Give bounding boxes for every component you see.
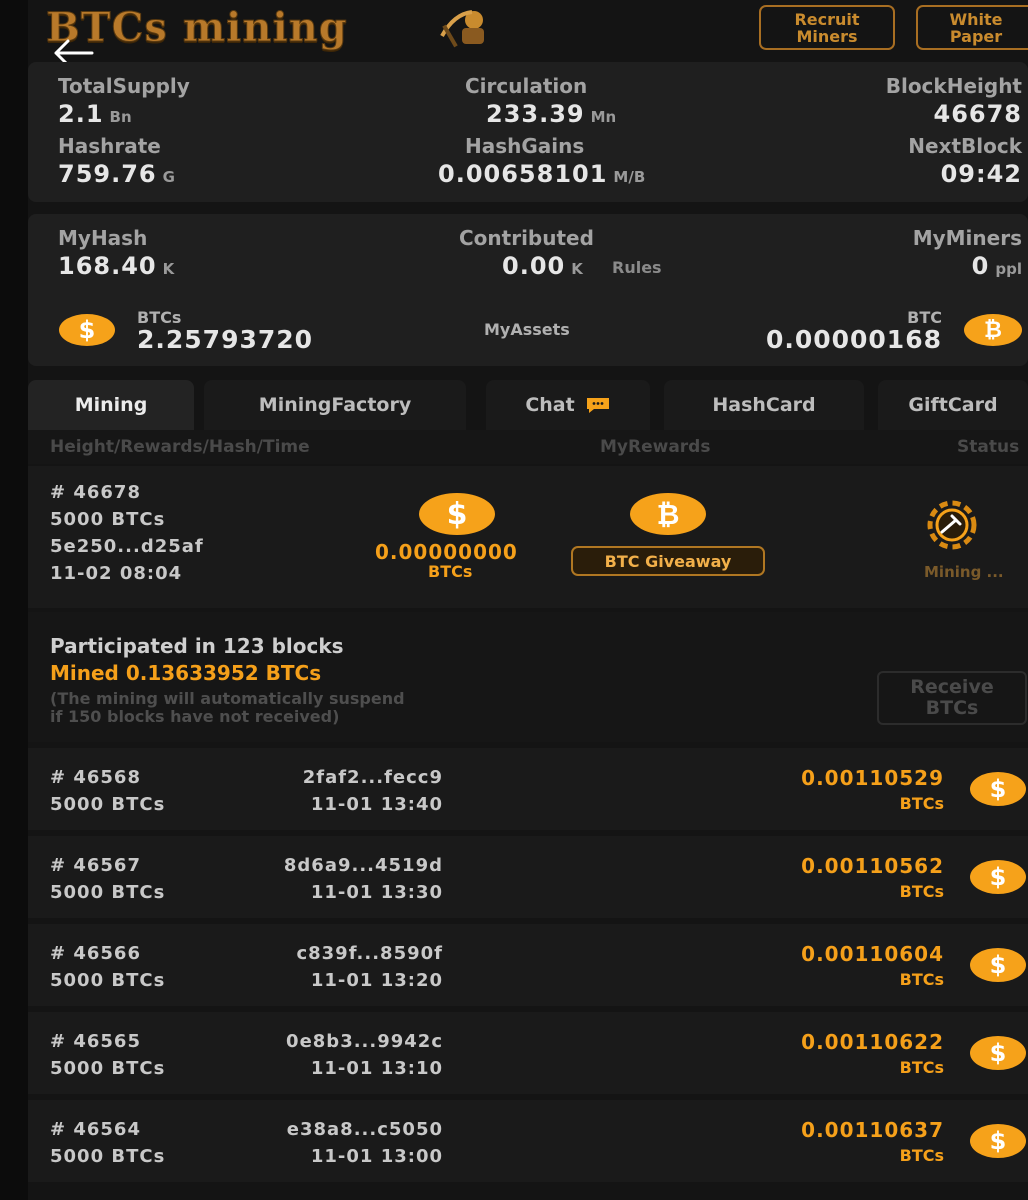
block-time: 11-01 13:00 [310, 1146, 443, 1167]
hash-gains-label: HashGains [465, 134, 585, 158]
current-block-hash: 5e250...d25af [50, 536, 204, 557]
suspend-note-line1: (The mining will automatically suspend [50, 689, 405, 708]
block-height-value: 46678 [933, 100, 1022, 128]
block-reward-amount: 0.00110622 [801, 1030, 944, 1054]
block-reward-unit: BTCs [899, 1146, 944, 1165]
tab-mining[interactable]: Mining [28, 380, 194, 430]
block-reward-amount: 0.00110604 [801, 942, 944, 966]
block-height: # 46567 [50, 855, 141, 876]
btc-balance: 0.00000168 [765, 325, 942, 354]
my-assets-label: MyAssets [484, 320, 570, 339]
block-rewards: 5000 BTCs [50, 882, 166, 903]
block-reward-amount: 0.00110529 [801, 766, 944, 790]
block-height: # 46564 [50, 1119, 141, 1140]
my-miners-label: MyMiners [912, 226, 1022, 250]
rules-link[interactable]: Rules [612, 258, 662, 277]
block-reward-unit: BTCs [899, 1058, 944, 1077]
recruit-miners-button[interactable]: Recruit Miners [759, 5, 895, 50]
my-rewards-value: 0.00000000 [375, 540, 518, 564]
block-rewards: 5000 BTCs [50, 970, 166, 991]
block-reward-unit: BTCs [899, 970, 944, 989]
circulation-label: Circulation [465, 74, 588, 98]
dollar-coin-icon: $ [59, 314, 115, 346]
my-rewards-dollar-icon: $ [419, 493, 495, 535]
column-header-left: Height/Rewards/Hash/Time [50, 437, 310, 457]
block-height: # 46566 [50, 943, 141, 964]
my-hash-label: MyHash [58, 226, 148, 250]
mining-gear-icon [927, 500, 977, 550]
hashrate-label: Hashrate [58, 134, 161, 158]
block-hash: 0e8b3...9942c [286, 1031, 443, 1052]
participated-text: Participated in 123 blocks [50, 634, 344, 658]
block-hash: c839f...8590f [296, 943, 443, 964]
dollar-coin-icon: $ [970, 1124, 1026, 1158]
tab-gift-card[interactable]: GiftCard [878, 380, 1028, 430]
tab-mining-factory[interactable]: MiningFactory [204, 380, 466, 430]
block-height-label: BlockHeight [885, 74, 1022, 98]
hashrate-value: 759.76 G [58, 160, 175, 188]
contributed-value: 0.00 K [502, 252, 583, 280]
next-block-label: NextBlock [908, 134, 1022, 158]
block-height: # 46568 [50, 767, 141, 788]
tab-chat[interactable]: Chat [486, 380, 650, 430]
block-hash: 8d6a9...4519d [283, 855, 443, 876]
column-header-right: Status [957, 437, 1020, 457]
contributed-label: Contributed [459, 226, 594, 250]
dollar-coin-icon: $ [970, 860, 1026, 894]
dollar-coin-icon: $ [970, 772, 1026, 806]
block-height: # 46565 [50, 1031, 141, 1052]
left-edge [0, 0, 28, 1200]
mining-status-text: Mining ... [924, 563, 1004, 581]
block-rewards: 5000 BTCs [50, 794, 166, 815]
block-time: 11-01 13:40 [310, 794, 443, 815]
block-rewards: 5000 BTCs [50, 1146, 166, 1167]
dollar-coin-icon: $ [970, 948, 1026, 982]
column-header-mid: MyRewards [600, 437, 711, 457]
suspend-note-line2: if 150 blocks have not received) [50, 707, 340, 726]
hash-gains-value: 0.00658101 M/B [438, 160, 646, 188]
next-block-value: 09:42 [940, 160, 1022, 188]
block-reward-unit: BTCs [899, 794, 944, 813]
block-reward-amount: 0.00110637 [801, 1118, 944, 1142]
total-supply-value: 2.1 Bn [58, 100, 132, 128]
my-miners-value: 0 ppl [971, 252, 1022, 280]
mined-text: Mined 0.13633952 BTCs [50, 661, 322, 685]
bitcoin-coin-icon: ₿ [964, 314, 1022, 346]
total-supply-label: TotalSupply [58, 74, 190, 98]
receive-btcs-button[interactable]: Receive BTCs [877, 671, 1027, 725]
block-reward-unit: BTCs [899, 882, 944, 901]
pickaxe-icon [440, 10, 484, 48]
btc-giveaway-button[interactable]: BTC Giveaway [571, 546, 765, 576]
btcs-balance: 2.25793720 [137, 325, 314, 354]
block-hash: e38a8...c5050 [286, 1119, 443, 1140]
my-hash-value: 168.40 K [58, 252, 175, 280]
my-rewards-unit: BTCs [428, 562, 473, 581]
current-block-rewards: 5000 BTCs [50, 509, 166, 530]
block-time: 11-01 13:20 [310, 970, 443, 991]
block-rewards: 5000 BTCs [50, 1058, 166, 1079]
block-time: 11-01 13:30 [310, 882, 443, 903]
chat-bubble-icon [586, 398, 609, 413]
block-time: 11-01 13:10 [310, 1058, 443, 1079]
current-block-height: # 46678 [50, 482, 141, 503]
giveaway-bitcoin-icon: ₿ [630, 493, 706, 535]
current-block-time: 11-02 08:04 [50, 563, 183, 584]
white-paper-button[interactable]: White Paper [916, 5, 1028, 50]
tab-hash-card[interactable]: HashCard [664, 380, 864, 430]
tab-chat-label: Chat [525, 394, 575, 416]
dollar-coin-icon: $ [970, 1036, 1026, 1070]
circulation-value: 233.39 Mn [486, 100, 617, 128]
block-hash: 2faf2...fecc9 [302, 767, 443, 788]
block-reward-amount: 0.00110562 [801, 854, 944, 878]
